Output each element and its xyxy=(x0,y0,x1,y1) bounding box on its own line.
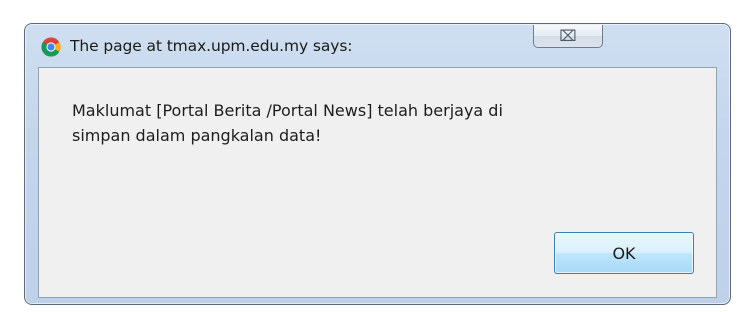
close-button[interactable]: ⌧ xyxy=(533,25,603,48)
message-line-2: simpan dalam pangkalan data! xyxy=(72,126,322,145)
title-bar[interactable]: The page at tmax.upm.edu.my says: ⌧ xyxy=(25,24,730,68)
ok-button[interactable]: OK xyxy=(554,232,694,274)
chrome-icon xyxy=(41,37,61,57)
dialog-title: The page at tmax.upm.edu.my says: xyxy=(70,37,353,55)
close-icon: ⌧ xyxy=(559,26,577,45)
alert-message: Maklumat [Portal Berita /Portal News] te… xyxy=(72,98,672,148)
message-line-1: Maklumat [Portal Berita /Portal News] te… xyxy=(72,101,503,120)
alert-dialog: The page at tmax.upm.edu.my says: ⌧ Makl… xyxy=(24,23,731,305)
dialog-body: Maklumat [Portal Berita /Portal News] te… xyxy=(38,67,717,298)
